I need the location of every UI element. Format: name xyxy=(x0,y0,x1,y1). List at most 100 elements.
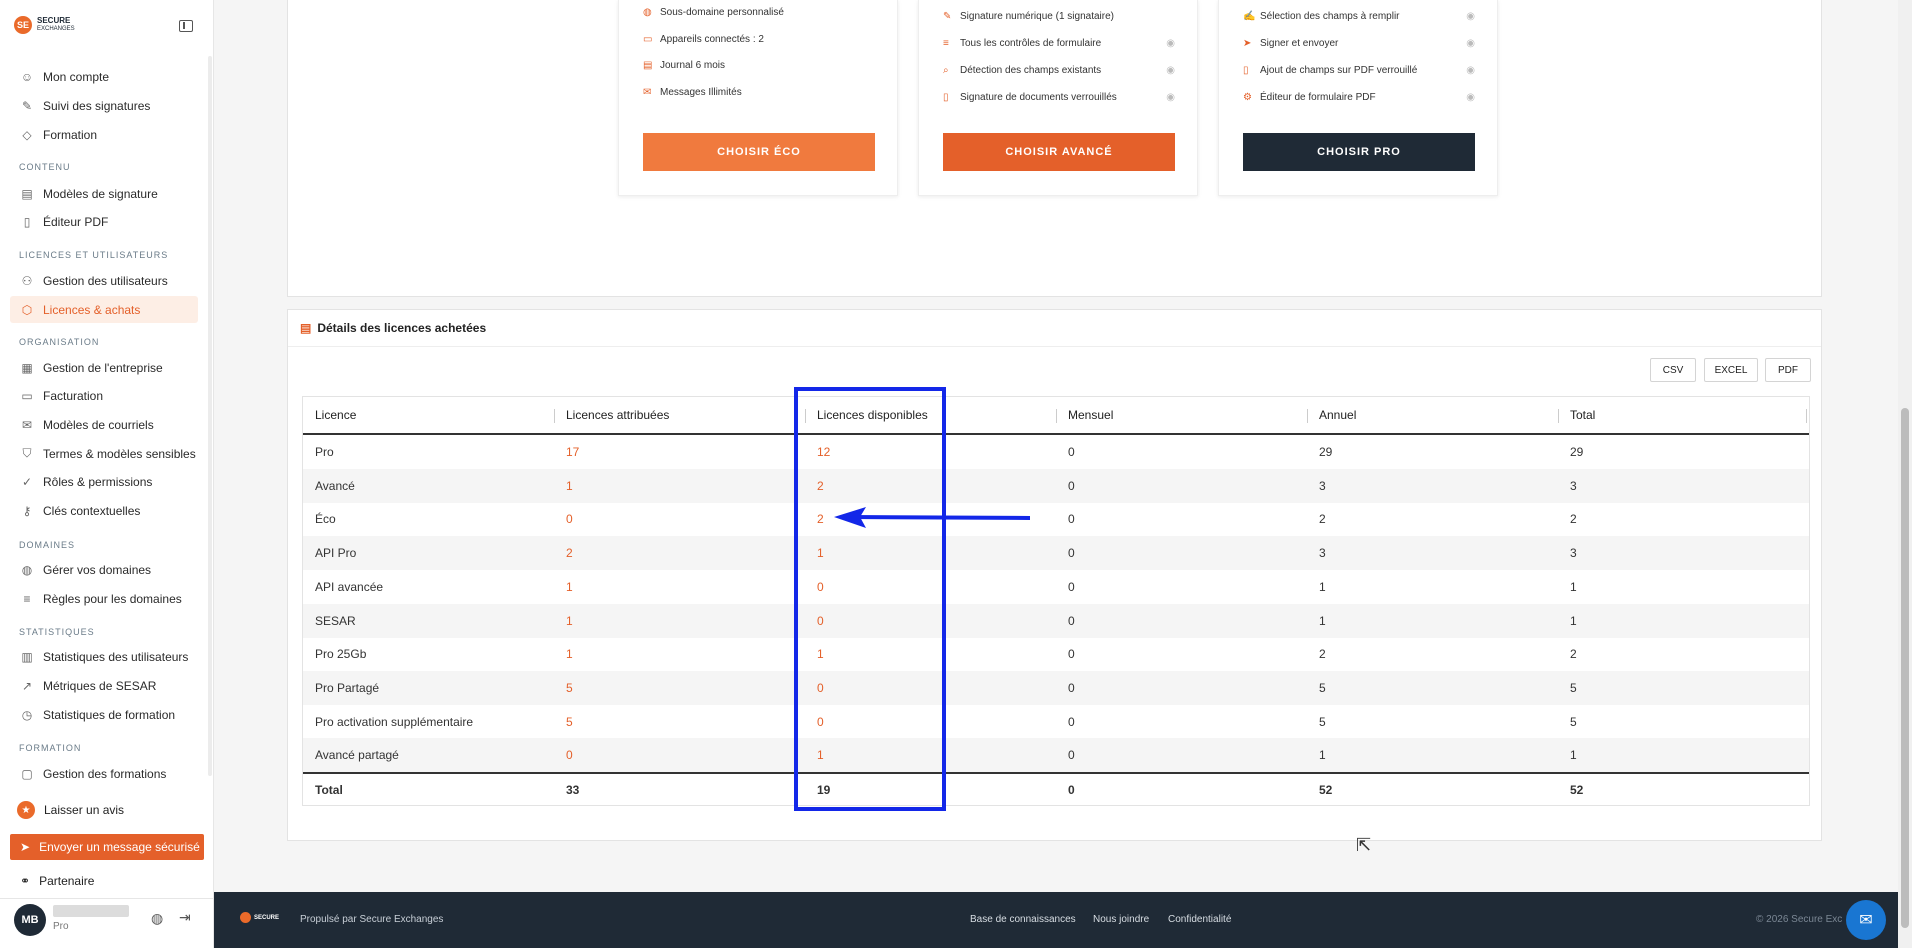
copyright: © 2026 Secure Exc xyxy=(1756,914,1843,925)
sidebar-item-gestion-entreprise[interactable]: ▦ Gestion de l'entreprise xyxy=(10,354,198,381)
table-cell[interactable]: 17 xyxy=(554,435,805,469)
sliders-icon: ≡ xyxy=(23,591,31,606)
building-icon: ▦ xyxy=(21,360,33,375)
partner-link[interactable]: ⚭ Partenaire xyxy=(10,870,198,892)
clock-icon: ◷ xyxy=(21,707,33,722)
send-secure-message-button[interactable]: ➤ Envoyer un message sécurisé xyxy=(10,834,204,860)
feature-item: ▯ Signature de documents verrouillés ◉ xyxy=(943,92,1175,103)
sidebar-item-stats-utilisateurs[interactable]: ▥ Statistiques des utilisateurs xyxy=(10,643,198,670)
sidebar-item-formation[interactable]: ◇ Formation xyxy=(10,121,198,148)
export-csv-button[interactable]: CSV xyxy=(1650,358,1696,382)
table-row: Avancé partagé 0 1 0 1 1 xyxy=(303,738,1809,773)
table-cell[interactable]: 5 xyxy=(554,671,805,705)
sidebar-item-metriques-sesar[interactable]: ↗ Métriques de SESAR xyxy=(10,672,198,699)
controls-icon: ≡ xyxy=(943,38,949,49)
feature-item: ✍ Sélection des champs à remplir ◉ xyxy=(1243,11,1475,22)
sidebar-item-label: Règles pour les domaines xyxy=(43,591,182,606)
sidebar-item-modeles-courriels[interactable]: ✉ Modèles de courriels xyxy=(10,411,198,438)
choose-eco-button[interactable]: CHOISIR ÉCO xyxy=(643,133,875,171)
user-icon: ☺ xyxy=(20,69,34,84)
sidebar-item-termes-modeles[interactable]: ⛉ Termes & modèles sensibles xyxy=(10,440,198,467)
sidebar-item-facturation[interactable]: ▭ Facturation xyxy=(10,382,198,409)
sidebar-item-cles-contextuelles[interactable]: ⚷ Clés contextuelles xyxy=(10,497,198,524)
sidebar-item-roles-permissions[interactable]: ✓ Rôles & permissions xyxy=(10,468,198,495)
sidebar-item-label: Licences & achats xyxy=(43,302,141,317)
table-cell[interactable]: 1 xyxy=(554,469,805,503)
sidebar-item-stats-formation[interactable]: ◷ Statistiques de formation xyxy=(10,701,198,728)
table-cell[interactable]: 0 xyxy=(554,502,805,536)
language-globe-icon[interactable]: ◍ xyxy=(151,910,163,927)
column-header[interactable]: Mensuel xyxy=(1056,397,1307,433)
info-eye-icon[interactable]: ◉ xyxy=(1466,11,1475,22)
sidebar-item-licences-achats[interactable]: ⬡ Licences & achats xyxy=(10,296,198,323)
avatar[interactable]: MB xyxy=(14,904,46,936)
logout-icon[interactable]: ⇥ xyxy=(179,909,191,926)
table-cell[interactable]: 0 xyxy=(554,738,805,772)
sidebar-item-label: Clés contextuelles xyxy=(43,503,141,518)
info-eye-icon[interactable]: ◉ xyxy=(1466,65,1475,76)
sidebar-item-label: Termes & modèles sensibles xyxy=(43,446,196,461)
table-total-cell: 33 xyxy=(566,783,580,797)
table-cell: Éco xyxy=(315,512,336,527)
column-header[interactable]: Total xyxy=(1558,397,1809,433)
sidebar-collapse-icon[interactable] xyxy=(179,20,193,32)
info-eye-icon[interactable]: ◉ xyxy=(1166,65,1175,76)
info-eye-icon[interactable]: ◉ xyxy=(1466,92,1475,103)
export-excel-button[interactable]: EXCEL xyxy=(1704,358,1758,382)
table-cell[interactable]: 1 xyxy=(554,570,805,604)
info-eye-icon[interactable]: ◉ xyxy=(1166,38,1175,49)
brand-logo[interactable]: SE SECURE EXCHANGES xyxy=(14,16,75,34)
table-row: Pro Partagé 5 0 0 5 5 xyxy=(303,670,1809,705)
table-cell[interactable]: 1 xyxy=(554,604,805,638)
table-total-cell: 52 xyxy=(1570,783,1584,797)
section-organisation: ORGANISATION xyxy=(19,337,100,347)
table-cell: 2 xyxy=(1319,647,1326,662)
footer-link-knowledge-base[interactable]: Base de connaissances xyxy=(970,914,1076,925)
table-cell[interactable]: 1 xyxy=(554,637,805,671)
sidebar-item-editeur-pdf[interactable]: ▯ Éditeur PDF xyxy=(10,208,198,235)
column-header[interactable]: Licence xyxy=(303,397,554,433)
column-header[interactable]: Annuel xyxy=(1307,397,1558,433)
footer-logo[interactable]: SECURE xyxy=(240,912,279,923)
review-button[interactable]: ★ Laisser un avis xyxy=(17,801,124,819)
sidebar-item-gerer-domaines[interactable]: ◍ Gérer vos domaines xyxy=(10,556,198,583)
sidebar-item-label: Gestion des formations xyxy=(43,766,167,781)
info-eye-icon[interactable]: ◉ xyxy=(1166,92,1175,103)
sidebar-item-label: Suivi des signatures xyxy=(43,98,151,113)
sidebar-item-modeles-signature[interactable]: ▤ Modèles de signature xyxy=(10,180,198,207)
sidebar-item-label: Gestion des utilisateurs xyxy=(43,273,168,288)
feature-item: ▭ Appareils connectés : 2 xyxy=(643,34,764,45)
feature-item: ≡ Tous les contrôles de formulaire ◉ xyxy=(943,38,1175,49)
choose-pro-button[interactable]: CHOISIR PRO xyxy=(1243,133,1475,171)
graduation-cap-icon: ◇ xyxy=(22,127,32,142)
signature-icon: ✎ xyxy=(943,11,952,22)
feature-item: ✎ Signature numérique (1 signataire) xyxy=(943,11,1114,22)
feature-item: ⚙ Éditeur de formulaire PDF ◉ xyxy=(1243,92,1475,103)
page-scrollbar[interactable] xyxy=(1898,0,1912,948)
pdf-file-icon: ▯ xyxy=(23,214,31,229)
footer-link-contact[interactable]: Nous joindre xyxy=(1093,914,1149,925)
sidebar-item-suivi-signatures[interactable]: ✎ Suivi des signatures xyxy=(10,92,198,119)
table-cell: 3 xyxy=(1319,546,1326,561)
table-cell[interactable]: 2 xyxy=(554,536,805,570)
sidebar-scrollbar[interactable] xyxy=(208,56,212,776)
export-pdf-button[interactable]: PDF xyxy=(1765,358,1811,382)
chat-bubble-icon[interactable]: ✉ xyxy=(1846,900,1886,940)
sidebar-item-regles-domaines[interactable]: ≡ Règles pour les domaines xyxy=(10,585,198,612)
choose-avance-button[interactable]: CHOISIR AVANCÉ xyxy=(943,133,1175,171)
locked-doc-icon: ▯ xyxy=(943,92,949,103)
table-cell: 29 xyxy=(1570,445,1584,459)
footer-link-privacy[interactable]: Confidentialité xyxy=(1168,914,1231,925)
section-licences: LICENCES ET UTILISATEURS xyxy=(19,250,169,260)
table-cell: 0 xyxy=(1068,613,1075,628)
license-table: Licence Licences attribuées Licences dis… xyxy=(302,396,1810,806)
shield-icon: ⛉ xyxy=(22,446,32,460)
sidebar-item-gestion-formations[interactable]: ▢ Gestion des formations xyxy=(10,760,198,787)
info-eye-icon[interactable]: ◉ xyxy=(1466,38,1475,49)
form-editor-icon: ⚙ xyxy=(1243,92,1252,103)
column-header[interactable]: Licences attribuées xyxy=(554,397,805,433)
sidebar-item-mon-compte[interactable]: ☺ Mon compte xyxy=(10,63,198,90)
table-cell[interactable]: 5 xyxy=(554,705,805,739)
sidebar-item-gestion-utilisateurs[interactable]: ⚇ Gestion des utilisateurs xyxy=(10,267,198,294)
scrollbar-thumb[interactable] xyxy=(1901,408,1909,928)
